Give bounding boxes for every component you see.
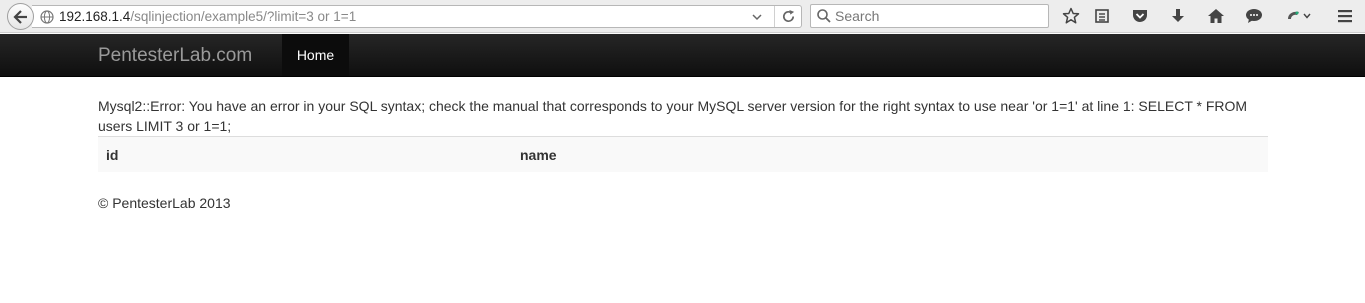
url-text[interactable]: 192.168.1.4/sqlinjection/example5/?limit…	[59, 9, 356, 25]
footer-copyright: © PentesterLab 2013	[98, 195, 231, 211]
results-table-header: id name	[98, 136, 1268, 172]
menu-icon	[1338, 10, 1352, 23]
search-bar[interactable]	[810, 4, 1049, 28]
brand-link[interactable]: PentesterLab.com	[98, 45, 252, 67]
download-icon	[1172, 9, 1184, 22]
globe-icon	[40, 10, 54, 24]
back-button[interactable]	[7, 3, 34, 30]
search-input[interactable]	[835, 7, 1035, 25]
chat-button[interactable]	[1243, 5, 1265, 27]
nav-home-link[interactable]: Home	[282, 34, 349, 76]
pocket-button[interactable]	[1129, 5, 1151, 27]
extension-icon	[1288, 11, 1299, 19]
back-arrow-icon	[12, 9, 27, 24]
reading-list-button[interactable]	[1091, 5, 1113, 27]
bookmark-star-button[interactable]	[1060, 5, 1082, 27]
url-host: 192.168.1.4	[59, 9, 131, 24]
home-icon	[1208, 9, 1224, 23]
bookmark-star-icon	[1062, 7, 1080, 24]
pocket-icon	[1133, 10, 1147, 22]
site-navbar: PentesterLab.com Home	[0, 34, 1365, 77]
reload-button[interactable]	[774, 6, 801, 27]
sql-error-message: Mysql2::Error: You have an error in your…	[98, 98, 1248, 134]
dropdown-arrow-icon[interactable]	[749, 9, 765, 25]
menu-button[interactable]	[1334, 5, 1356, 27]
download-button[interactable]	[1167, 5, 1189, 27]
search-icon	[817, 9, 831, 23]
reading-list-icon	[1095, 9, 1109, 23]
url-bar[interactable]: 192.168.1.4/sqlinjection/example5/?limit…	[32, 5, 802, 28]
chat-icon	[1246, 9, 1262, 23]
home-button[interactable]	[1205, 5, 1227, 27]
url-path: /sqlinjection/example5/?limit=3 or 1=1	[130, 9, 357, 24]
column-header-id: id	[106, 147, 119, 163]
column-header-name: name	[520, 147, 557, 163]
extension-button[interactable]	[1282, 5, 1316, 27]
chevron-down-icon	[1303, 13, 1311, 19]
reload-icon	[782, 9, 794, 23]
browser-toolbar: 192.168.1.4/sqlinjection/example5/?limit…	[0, 0, 1365, 33]
